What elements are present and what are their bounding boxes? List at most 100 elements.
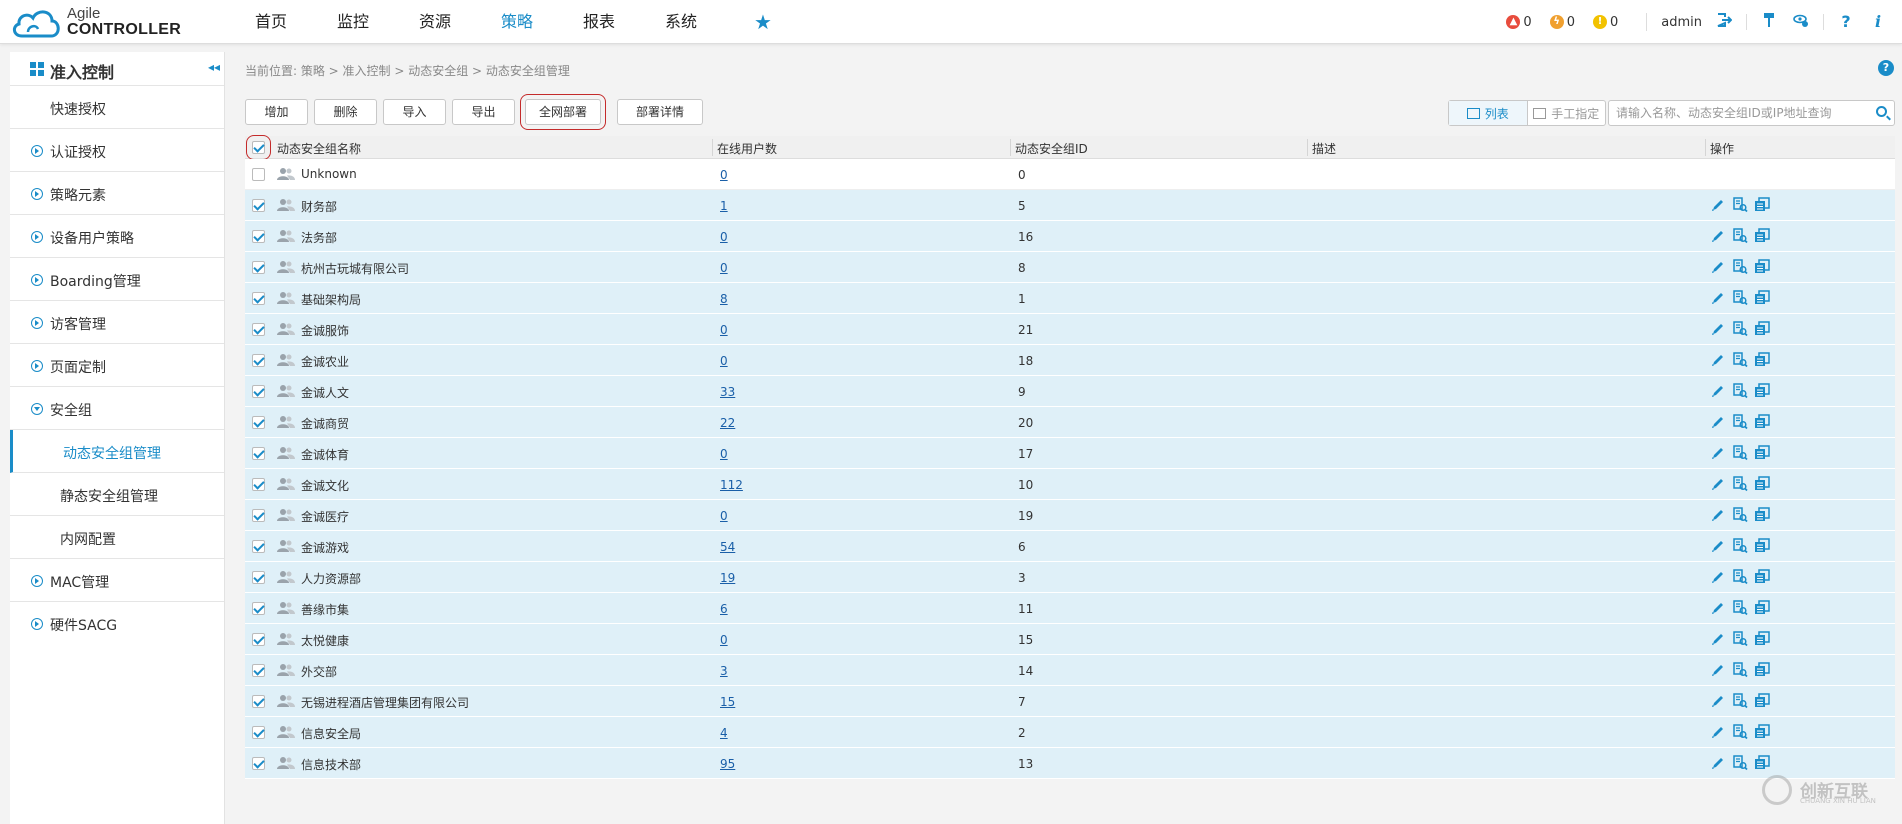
copy-icon[interactable] [1754, 414, 1770, 430]
copy-icon[interactable] [1754, 383, 1770, 399]
row-checkbox[interactable] [252, 478, 265, 491]
row-checkbox[interactable] [252, 633, 265, 646]
visibility-settings-icon[interactable] [1791, 12, 1811, 32]
copy-icon[interactable] [1754, 352, 1770, 368]
edit-icon[interactable] [1710, 197, 1726, 213]
copy-icon[interactable] [1754, 631, 1770, 647]
table-row[interactable]: 法务部 0 16 [245, 221, 1895, 252]
row-checkbox[interactable] [252, 664, 265, 677]
deploy-details-button[interactable]: 部署详情 [617, 99, 703, 125]
sidebar-item-static-sg[interactable]: 静态安全组管理 [10, 473, 224, 516]
view-details-icon[interactable] [1732, 197, 1748, 213]
edit-icon[interactable] [1710, 693, 1726, 709]
column-divider[interactable] [1010, 139, 1011, 156]
copy-icon[interactable] [1754, 197, 1770, 213]
sidebar-item-security-group[interactable]: 安全组 [10, 387, 224, 430]
favorites-star-icon[interactable]: ★ [722, 0, 804, 44]
edit-icon[interactable] [1710, 321, 1726, 337]
table-row[interactable]: 金诚文化 112 10 [245, 469, 1895, 500]
edit-icon[interactable] [1710, 445, 1726, 461]
table-row[interactable]: 基础架构局 8 1 [245, 283, 1895, 314]
alarm-major[interactable]: ϟ 0 [1549, 15, 1575, 30]
view-details-icon[interactable] [1732, 476, 1748, 492]
view-details-icon[interactable] [1732, 662, 1748, 678]
view-details-icon[interactable] [1732, 259, 1748, 275]
copy-icon[interactable] [1754, 662, 1770, 678]
view-details-icon[interactable] [1732, 321, 1748, 337]
row-checkbox[interactable] [252, 354, 265, 367]
export-button[interactable]: 导出 [452, 99, 515, 125]
edit-icon[interactable] [1710, 290, 1726, 306]
copy-icon[interactable] [1754, 321, 1770, 337]
nav-resource[interactable]: 资源 [394, 0, 476, 44]
edit-icon[interactable] [1710, 507, 1726, 523]
sidebar-item-page-custom[interactable]: 页面定制 [10, 344, 224, 387]
edit-icon[interactable] [1710, 538, 1726, 554]
view-details-icon[interactable] [1732, 414, 1748, 430]
nav-policy[interactable]: 策略 [476, 0, 558, 44]
view-details-icon[interactable] [1732, 569, 1748, 585]
table-row[interactable]: 信息安全局 4 2 [245, 717, 1895, 748]
nav-report[interactable]: 报表 [558, 0, 640, 44]
online-count-link[interactable]: 0 [720, 323, 728, 337]
view-details-icon[interactable] [1732, 228, 1748, 244]
edit-icon[interactable] [1710, 476, 1726, 492]
logout-icon[interactable] [1714, 12, 1734, 32]
help-icon[interactable]: ? [1836, 12, 1856, 32]
table-row[interactable]: 人力资源部 19 3 [245, 562, 1895, 593]
row-checkbox[interactable] [252, 230, 265, 243]
table-row[interactable]: 信息技术部 95 13 [245, 748, 1895, 779]
column-divider[interactable] [1705, 139, 1706, 156]
view-details-icon[interactable] [1732, 538, 1748, 554]
col-header-id[interactable]: 动态安全组ID [1015, 140, 1088, 157]
collapse-sidebar-icon[interactable]: ◂◂ [208, 60, 220, 74]
tools-icon[interactable] [1759, 12, 1779, 32]
edit-icon[interactable] [1710, 600, 1726, 616]
table-row[interactable]: 金诚农业 0 18 [245, 345, 1895, 376]
copy-icon[interactable] [1754, 538, 1770, 554]
edit-icon[interactable] [1710, 228, 1726, 244]
info-icon[interactable]: i [1868, 12, 1888, 32]
view-details-icon[interactable] [1732, 631, 1748, 647]
add-button[interactable]: 增加 [245, 99, 308, 125]
copy-icon[interactable] [1754, 693, 1770, 709]
sidebar-item-quick-auth[interactable]: 快速授权 [10, 86, 224, 129]
sidebar-item-boarding[interactable]: Boarding管理 [10, 258, 224, 301]
column-divider[interactable] [1307, 139, 1308, 156]
table-row[interactable]: 金诚服饰 0 21 [245, 314, 1895, 345]
online-count-link[interactable]: 33 [720, 385, 735, 399]
online-count-link[interactable]: 0 [720, 168, 728, 182]
view-details-icon[interactable] [1732, 507, 1748, 523]
sidebar-item-guest[interactable]: 访客管理 [10, 301, 224, 344]
row-checkbox[interactable] [252, 540, 265, 553]
online-count-link[interactable]: 0 [720, 261, 728, 275]
online-count-link[interactable]: 22 [720, 416, 735, 430]
table-row[interactable]: 财务部 1 5 [245, 190, 1895, 221]
delete-button[interactable]: 删除 [314, 99, 377, 125]
edit-icon[interactable] [1710, 631, 1726, 647]
col-header-online[interactable]: 在线用户数 [717, 140, 777, 157]
online-count-link[interactable]: 54 [720, 540, 735, 554]
col-header-desc[interactable]: 描述 [1312, 140, 1336, 157]
search-input[interactable] [1609, 101, 1859, 125]
sidebar-item-mac[interactable]: MAC管理 [10, 559, 224, 602]
view-details-icon[interactable] [1732, 693, 1748, 709]
copy-icon[interactable] [1754, 259, 1770, 275]
online-count-link[interactable]: 95 [720, 757, 735, 771]
row-checkbox[interactable] [252, 385, 265, 398]
alarm-critical[interactable]: ▲ 0 [1506, 15, 1532, 30]
edit-icon[interactable] [1710, 662, 1726, 678]
view-details-icon[interactable] [1732, 724, 1748, 740]
page-help-icon[interactable]: ? [1878, 60, 1894, 76]
edit-icon[interactable] [1710, 352, 1726, 368]
alarm-minor[interactable]: ! 0 [1592, 15, 1618, 30]
row-checkbox[interactable] [252, 416, 265, 429]
edit-icon[interactable] [1710, 569, 1726, 585]
copy-icon[interactable] [1754, 724, 1770, 740]
row-checkbox[interactable] [252, 168, 265, 181]
copy-icon[interactable] [1754, 290, 1770, 306]
edit-icon[interactable] [1710, 755, 1726, 771]
sidebar-item-intranet[interactable]: 内网配置 [10, 516, 224, 559]
row-checkbox[interactable] [252, 695, 265, 708]
select-all-checkbox[interactable] [246, 135, 271, 160]
